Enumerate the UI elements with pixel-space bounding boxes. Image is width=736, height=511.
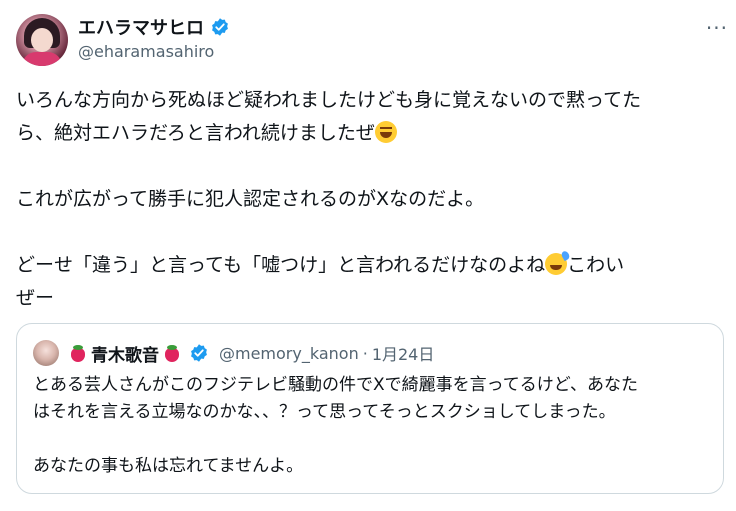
quoted-avatar[interactable] [33, 340, 59, 366]
tweet-line-6: どーせ「違う」と言っても「嘘つけ」と言われるだけなのよね こわい [16, 249, 716, 282]
strawberry-icon [163, 344, 181, 362]
tweet-text: いろんな方向から死ぬほど疑われましたけども身に覚えないので黙ってた ら、絶対エハ… [16, 84, 716, 315]
author-name-row: エハラマサヒロ [78, 14, 230, 40]
quoted-text: とある芸人さんがこのフジテレビ騒動の件でXで綺麗事を言ってるけど、あなた はそれ… [33, 372, 713, 480]
quoted-tweet-card[interactable]: 青木歌音 @memory_kanon · 1月24日 とある芸人さんがこのフジテ… [16, 323, 724, 494]
quoted-display-name[interactable]: 青木歌音 [91, 341, 159, 366]
quoted-line-4: あなたの事も私は忘れてませんよ。 [33, 456, 304, 476]
tweet-line-7-text: ぜー [16, 287, 55, 309]
strawberry-icon [69, 344, 87, 362]
quoted-line-2: はそれを言える立場なのかな、、？って思ってそっとスクショしてしまった。 [33, 402, 616, 422]
quoted-line-1: とある芸人さんがこのフジテレビ騒動の件でXで綺麗事を言ってるけど、あなた [33, 375, 638, 395]
verified-badge-icon [212, 18, 228, 36]
avatar-face [31, 28, 53, 52]
tweet-line-4-text: これが広がって勝手に犯人認定されるのがXなのだよ。 [16, 188, 485, 210]
tweet-line-4: これが広がって勝手に犯人認定されるのがXなのだよ。 [16, 183, 716, 216]
tweet-line-6-suffix: こわい [567, 254, 625, 276]
quoted-verified-badge-icon [191, 344, 207, 362]
tweet-line-1-text: いろんな方向から死ぬほど疑われましたけども身に覚えないので黙ってた [16, 89, 642, 111]
tweet-line-5 [16, 216, 716, 249]
author-handle[interactable]: @eharamasahiro [78, 42, 214, 61]
avatar-body [22, 52, 62, 66]
quoted-handle[interactable]: @memory_kanon [219, 344, 359, 363]
tweet-header: エハラマサヒロ @eharamasahiro ··· [16, 10, 728, 70]
tweet-line-3 [16, 150, 716, 183]
grinning-squinting-face-icon [374, 121, 397, 143]
tweet-line-2-text: ら、絶対エハラだろと言われ続けましたぜ [16, 122, 375, 144]
quoted-line-3 [33, 426, 713, 453]
tweet-line-1: いろんな方向から死ぬほど疑われましたけども身に覚えないので黙ってた [16, 84, 716, 117]
tweet-line-2: ら、絶対エハラだろと言われ続けましたぜ [16, 117, 716, 150]
grinning-face-with-sweat-icon [545, 253, 568, 275]
quoted-header: 青木歌音 @memory_kanon · 1月24日 [33, 340, 434, 366]
tweet-line-6-text: どーせ「違う」と言っても「嘘つけ」と言われるだけなのよね [16, 254, 546, 276]
quoted-separator: · [362, 343, 368, 363]
tweet-line-7: ぜー [16, 282, 716, 315]
author-avatar[interactable] [16, 14, 68, 66]
more-options-icon[interactable]: ··· [706, 16, 728, 40]
quoted-date[interactable]: 1月24日 [372, 341, 435, 365]
author-display-name[interactable]: エハラマサヒロ [78, 14, 204, 40]
